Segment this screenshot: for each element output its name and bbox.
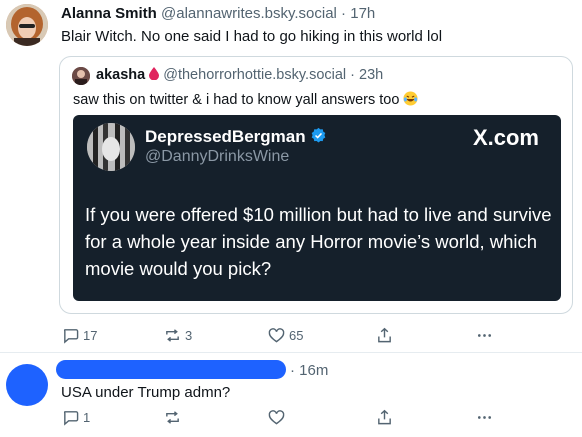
heart-icon	[268, 410, 285, 425]
avatar-image	[6, 4, 48, 46]
like-button[interactable]: 65	[268, 327, 303, 344]
quoted-post[interactable]: akasha @thehorrorhottie.bsky.social · 23…	[59, 56, 573, 314]
quote-avatar	[72, 67, 90, 85]
reply-count: 1	[83, 410, 91, 425]
share-button[interactable]	[376, 409, 393, 426]
avatar[interactable]	[6, 4, 48, 46]
heart-icon	[268, 328, 285, 343]
separator: ·	[346, 67, 360, 83]
post-text: USA under Trump admn?	[61, 384, 231, 401]
reply-icon	[63, 329, 79, 344]
more-icon	[477, 416, 492, 419]
post-actions: 1	[62, 409, 502, 429]
quote-header: akasha @thehorrorhottie.bsky.social · 23…	[96, 67, 383, 83]
timestamp[interactable]: 17h	[350, 5, 375, 22]
post-reply[interactable]: · 16m USA under Trump admn? 1	[0, 352, 582, 437]
quote-author-handle[interactable]: @thehorrorhottie.bsky.social	[163, 67, 346, 83]
card-author-handle: @DannyDrinksWine	[145, 148, 290, 165]
more-icon	[477, 334, 492, 337]
repost-icon	[166, 329, 179, 342]
redacted-author	[56, 360, 286, 379]
drop-icon	[149, 67, 160, 83]
quote-timestamp[interactable]: 23h	[359, 67, 383, 83]
timestamp[interactable]: · 16m	[290, 362, 328, 379]
post-text: Blair Witch. No one said I had to go hik…	[61, 28, 443, 45]
like-button[interactable]	[268, 409, 289, 426]
post-actions: 17 3 65	[62, 327, 502, 347]
author-handle[interactable]: @alannawrites.bsky.social	[161, 5, 337, 22]
verified-icon	[310, 127, 327, 146]
author-name[interactable]: Alanna Smith	[61, 5, 157, 22]
separator: ·	[336, 5, 351, 22]
more-button[interactable]	[476, 327, 493, 344]
post-alanna[interactable]: Alanna Smith @alannawrites.bsky.social ·…	[0, 0, 582, 352]
card-author-name-text: DepressedBergman	[145, 127, 306, 146]
share-icon	[378, 409, 391, 425]
like-count: 65	[289, 328, 304, 343]
repost-button[interactable]	[164, 409, 185, 426]
laughing-emoji-icon	[403, 91, 418, 108]
reply-icon	[63, 411, 79, 426]
card-author-name: DepressedBergman	[145, 127, 327, 147]
quote-text: saw this on twitter & i had to know yall…	[73, 91, 418, 108]
avatar-redacted	[6, 364, 48, 406]
post-header: Alanna Smith @alannawrites.bsky.social ·…	[61, 5, 375, 22]
quote-text-content: saw this on twitter & i had to know yall…	[73, 92, 400, 108]
reply-button[interactable]: 17	[62, 327, 97, 344]
share-icon	[378, 327, 391, 343]
repost-button[interactable]: 3	[164, 327, 192, 344]
embedded-tweet-image[interactable]: DepressedBergman @DannyDrinksWine X.com …	[73, 115, 561, 301]
quote-author-name[interactable]: akasha	[96, 67, 145, 83]
card-avatar	[87, 123, 135, 171]
more-button[interactable]	[476, 409, 493, 426]
card-body-text: If you were offered $10 million but had …	[85, 204, 552, 279]
share-button[interactable]	[376, 327, 393, 344]
repost-icon	[166, 411, 179, 424]
reply-count: 17	[83, 328, 98, 343]
x-logo: X.com	[472, 125, 539, 150]
repost-count: 3	[185, 328, 193, 343]
reply-button[interactable]: 1	[62, 409, 90, 426]
